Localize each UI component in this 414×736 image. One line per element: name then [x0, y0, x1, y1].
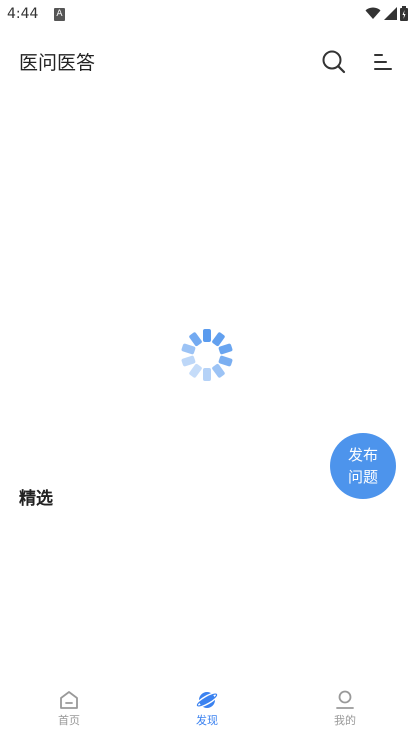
app-title: 医问医答	[19, 52, 96, 74]
app-header: 医问医答	[0, 36, 414, 86]
fab-label-line2: 问题	[347, 468, 378, 486]
tab-home-label: 首页	[58, 714, 80, 727]
fab-label-line1: 发布	[347, 446, 378, 464]
tab-discover[interactable]: 发现	[167, 684, 247, 734]
section-title-featured: 精选	[19, 489, 53, 509]
post-question-button[interactable]: 发布 问题	[330, 433, 396, 499]
tab-profile[interactable]: 我的	[305, 684, 385, 734]
tab-discover-label: 发现	[196, 714, 218, 727]
home-icon	[60, 691, 78, 709]
tab-home[interactable]: 首页	[29, 684, 109, 734]
search-icon	[322, 50, 346, 74]
tab-profile-label: 我的	[334, 714, 356, 727]
status-bar: 4:44 A	[0, 0, 414, 30]
wifi-icon	[365, 7, 381, 19]
menu-button[interactable]	[369, 48, 397, 76]
user-icon	[336, 690, 354, 709]
planet-icon	[195, 692, 219, 708]
status-icons	[365, 6, 408, 21]
signal-icon	[384, 7, 397, 20]
bottom-nav: 首页 发现 我的	[0, 684, 414, 734]
battery-icon	[400, 6, 408, 21]
menu-icon	[374, 54, 392, 70]
loading-icon	[181, 329, 233, 381]
loading-spinner	[179, 327, 235, 383]
search-button[interactable]	[320, 48, 348, 76]
notification-app-icon: A	[54, 8, 65, 21]
status-time: 4:44	[7, 6, 39, 22]
